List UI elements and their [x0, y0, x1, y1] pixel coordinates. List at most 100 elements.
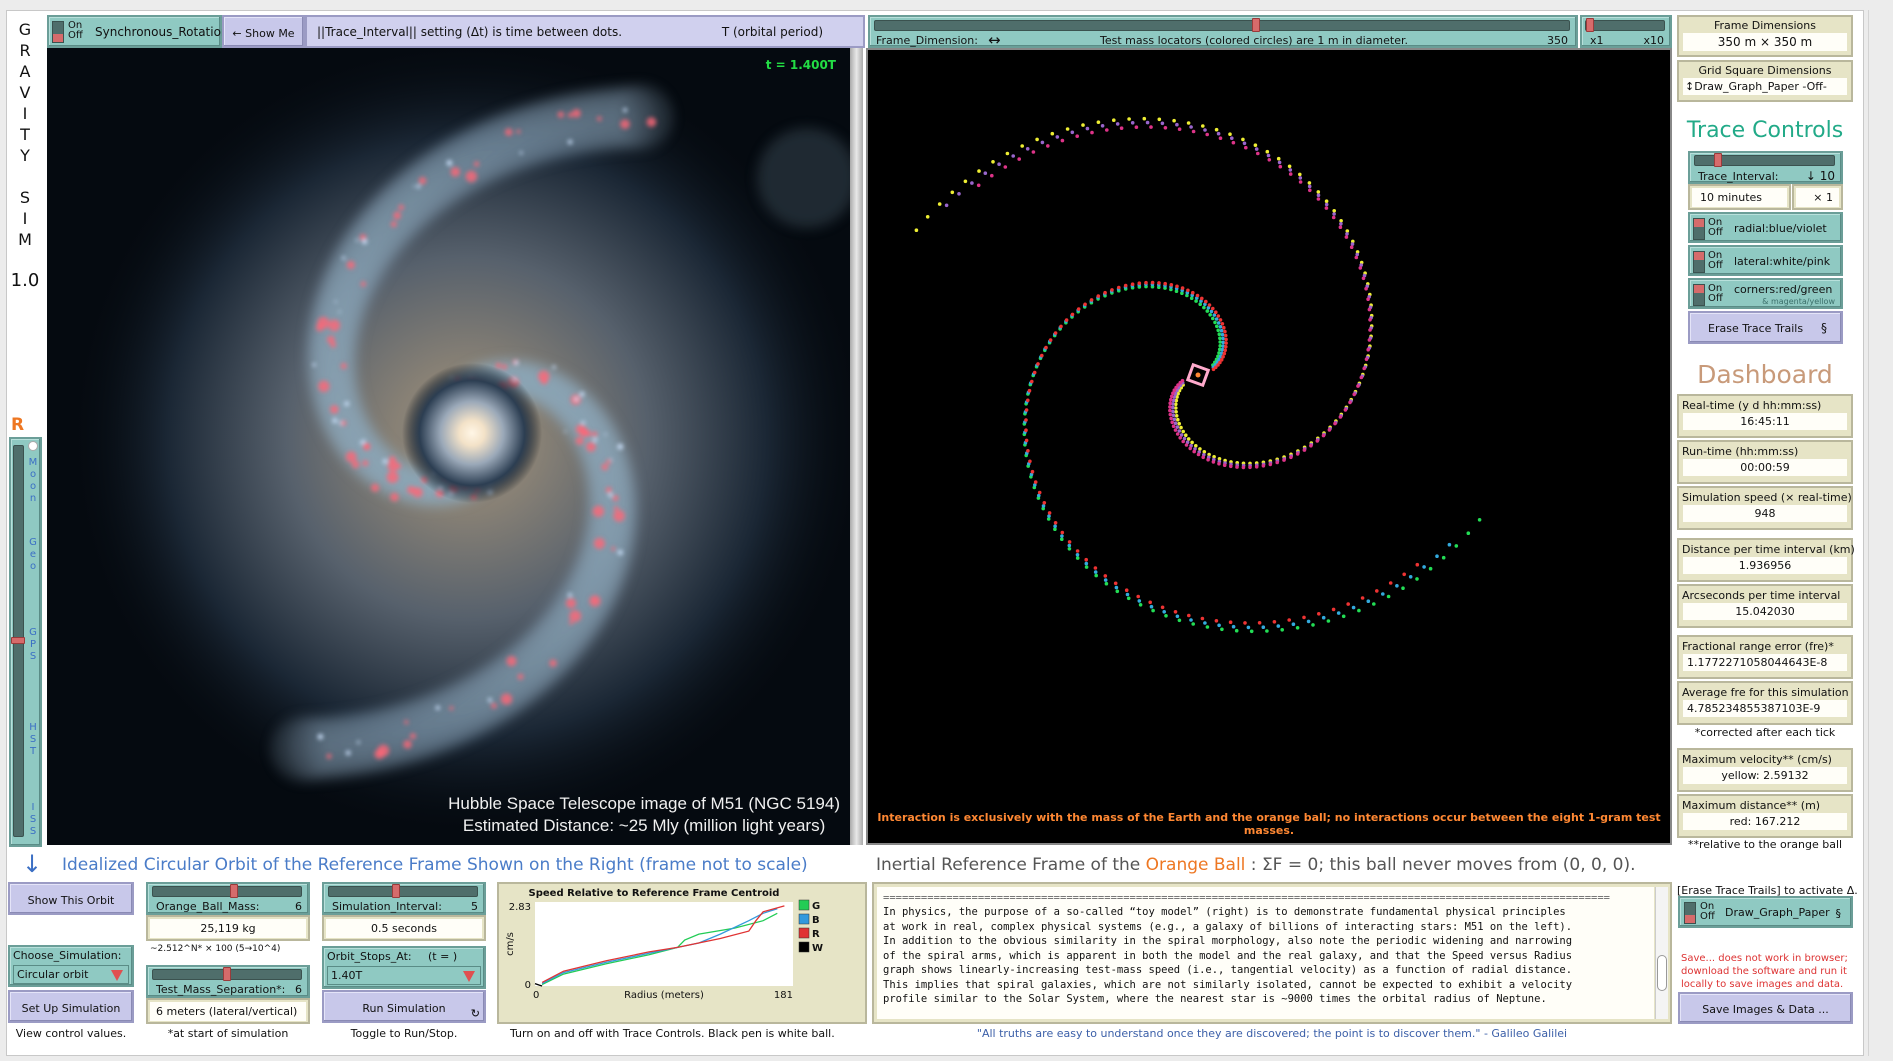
- draw-graph-paper-switch[interactable]: On Off Draw_Graph_Paper §: [1678, 896, 1853, 928]
- trace-dot: [1032, 370, 1037, 375]
- trace-dot: [1047, 514, 1051, 518]
- trace-dot: [1298, 180, 1303, 184]
- mass-thumb[interactable]: [230, 884, 239, 898]
- x-tick-label: 0: [533, 990, 539, 1001]
- info-text-area[interactable]: ========================================…: [877, 887, 1654, 1019]
- interaction-note: Interaction is exclusively with the mass…: [877, 811, 1661, 837]
- trace-dot: [1333, 421, 1337, 426]
- trace-dot: [990, 173, 994, 178]
- trace-dot: [1142, 116, 1147, 121]
- trace-dot: [1134, 125, 1139, 129]
- switch-toggle[interactable]: [1684, 902, 1696, 924]
- orbit-stops-select[interactable]: 1.40T: [327, 966, 481, 985]
- trace-dot: [1332, 209, 1336, 213]
- orange-ball-mass-slider[interactable]: Orange_Ball_Mass: 6: [146, 882, 310, 915]
- interval-thumb[interactable]: [391, 884, 400, 898]
- switch-toggle[interactable]: [1693, 251, 1705, 273]
- r-label: R: [11, 415, 25, 435]
- erase-trace-trails-button[interactable]: Erase Trace Trails §: [1688, 311, 1843, 344]
- title-letter: I: [22, 209, 28, 228]
- trace-dot: [1136, 594, 1140, 599]
- simulation-interval-slider[interactable]: Simulation_Interval: 5: [322, 882, 486, 915]
- test-mass-separation-slider[interactable]: Test_Mass_Separation*: 6: [146, 965, 310, 998]
- orbit-slider-thumb[interactable]: [11, 637, 25, 644]
- trace-dot: [970, 181, 974, 185]
- simulation-view[interactable]: Interaction is exclusively with the mass…: [866, 48, 1672, 845]
- trace-dot: [1216, 328, 1220, 333]
- monitor-label: Maximum velocity** (cm/s): [1682, 753, 1832, 766]
- window-scrollbar[interactable]: [1868, 10, 1888, 1056]
- trace-switch-lateral[interactable]: On Off lateral:white/pink: [1688, 245, 1843, 276]
- trace-dot: [1356, 384, 1360, 388]
- trace-interval-thumb[interactable]: [1713, 153, 1722, 167]
- trace-dot: [1044, 345, 1048, 350]
- zoom-max-label: x10: [1643, 34, 1664, 47]
- trace-dot: [1228, 132, 1232, 136]
- set-up-simulation-button[interactable]: Set Up Simulation: [8, 990, 134, 1023]
- frame-dimension-thumb[interactable]: [1252, 18, 1261, 32]
- trace-dot: [1171, 413, 1176, 418]
- info-scroll-thumb[interactable]: [1657, 955, 1667, 991]
- trace-dot: [937, 202, 942, 206]
- trace-switch-radial[interactable]: On Off radial:blue/violet: [1688, 212, 1843, 243]
- trace-dot: [1321, 615, 1326, 620]
- interval-track[interactable]: [328, 886, 478, 897]
- frame-dimension-slider[interactable]: Frame_Dimension: ↔ Test mass locators (c…: [868, 15, 1578, 49]
- orbital-period-label: T (orbital period): [721, 25, 823, 39]
- show-me-button[interactable]: ← Show Me: [222, 15, 305, 48]
- trace-dot: [1180, 286, 1185, 290]
- trace-dot: [1172, 417, 1177, 422]
- trace-dot: [1222, 325, 1226, 330]
- run-simulation-button[interactable]: Run Simulation ↻: [322, 990, 486, 1023]
- zoom-thumb[interactable]: [1586, 18, 1594, 32]
- trace-dot: [1174, 414, 1179, 418]
- trace-dot: [1169, 283, 1174, 287]
- trace-dot: [1395, 584, 1399, 588]
- trace-dot: [1164, 614, 1168, 618]
- dashboard-monitor: Distance per time interval (km) 1.936956: [1677, 538, 1855, 582]
- mass-track[interactable]: [152, 886, 302, 897]
- frame-dimension-track[interactable]: [874, 20, 1570, 31]
- save-warning: Save... does not work in browser; downlo…: [1681, 953, 1848, 990]
- trace-dot: [1024, 428, 1028, 433]
- frame-dimension-value: 350: [1547, 34, 1568, 47]
- legend-swatch-R: [798, 927, 810, 939]
- switch-label: corners:red/green: [1734, 283, 1833, 296]
- synchronous-rotation-switch[interactable]: On Off Synchronous_Rotation: [47, 15, 229, 48]
- choose-simulation-chooser[interactable]: Choose_Simulation: Circular orbit: [8, 945, 134, 987]
- trace-switch-corners[interactable]: On Off corners:red/green & magenta/yellow: [1688, 278, 1843, 309]
- trace-dot: [1276, 156, 1281, 161]
- separation-thumb[interactable]: [223, 967, 231, 981]
- switch-toggle[interactable]: [1693, 218, 1705, 240]
- orbit-altitude-slider[interactable]: Moon Geo GPS HST ISS: [9, 437, 42, 847]
- legend-label-G: G: [812, 901, 820, 912]
- frame-dimensions-value: 350 m × 350 m: [1683, 33, 1847, 51]
- monitor-value: 16:45:11: [1683, 413, 1847, 430]
- trace-dot: [1144, 280, 1148, 285]
- zoom-multiplier-slider[interactable]: x1 x10: [1580, 15, 1672, 48]
- trace-dot: [1064, 318, 1069, 322]
- trace-dot: [1364, 357, 1369, 362]
- trace-interval-slider[interactable]: Trace_Interval: ↓ 10: [1688, 151, 1843, 184]
- zoom-track[interactable]: [1585, 20, 1665, 31]
- show-this-orbit-button[interactable]: Show This Orbit: [8, 882, 134, 915]
- trace-dot: [1386, 594, 1391, 599]
- monitor-label: Run-time (hh:mm:ss): [1682, 445, 1799, 458]
- save-images-button[interactable]: Save Images & Data ...: [1678, 992, 1853, 1024]
- trace-dot: [1047, 511, 1052, 515]
- monitor-value: 1.936956: [1683, 557, 1847, 574]
- trace-dot: [1100, 124, 1105, 128]
- trace-dot: [1003, 165, 1008, 169]
- info-scrollbar[interactable]: [1655, 887, 1668, 1019]
- choose-simulation-label: Choose_Simulation:: [13, 949, 122, 962]
- choose-simulation-select[interactable]: Circular orbit: [13, 965, 129, 984]
- trace-dot: [1173, 421, 1178, 426]
- orbit-stops-at-chooser[interactable]: Orbit_Stops_At: (t = ) 1.40T: [322, 946, 486, 989]
- trace-dot: [1298, 176, 1303, 180]
- trace-dot: [1354, 255, 1359, 260]
- switch-toggle[interactable]: [1693, 284, 1705, 306]
- switch-toggle[interactable]: [52, 21, 64, 43]
- trace-dot: [1157, 281, 1161, 285]
- trace-dot: [1218, 336, 1222, 341]
- trace-dot: [1261, 464, 1266, 468]
